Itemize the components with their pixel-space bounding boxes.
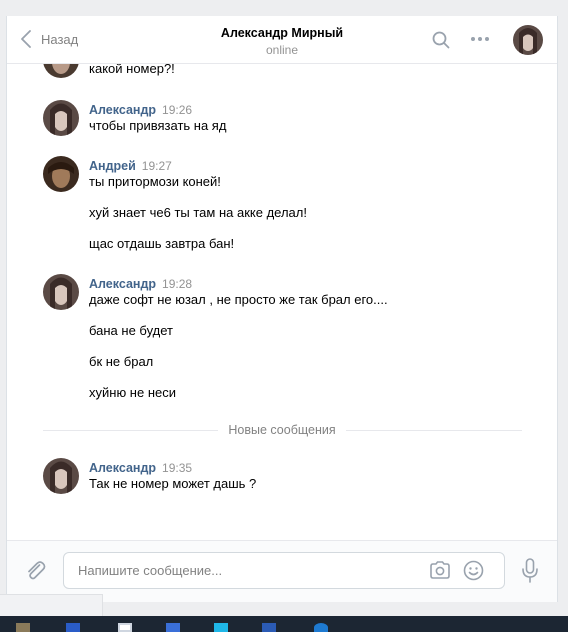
more-dots-icon[interactable] (470, 36, 490, 42)
author-name[interactable]: Александр (89, 103, 156, 117)
message-time[interactable]: 19:27 (142, 159, 172, 173)
message-text: какой номер?! (89, 64, 175, 76)
microphone-icon[interactable] (521, 558, 539, 584)
taskbar-app-icon[interactable] (166, 623, 180, 632)
search-icon[interactable] (432, 31, 450, 49)
message-text: даже софт не юзал , не просто же так бра… (89, 292, 388, 307)
message-time[interactable]: 19:35 (162, 461, 192, 475)
author-avatar[interactable] (43, 274, 79, 310)
os-taskbar (0, 616, 568, 632)
author-name[interactable]: Андрей (89, 159, 136, 173)
message-text: бк не брал (89, 354, 154, 369)
taskbar-app-icon[interactable] (118, 623, 132, 632)
author-avatar[interactable] (43, 64, 79, 78)
message-text: бана не будет (89, 323, 173, 338)
peer-status: online (265, 43, 299, 57)
author-avatar[interactable] (43, 100, 79, 136)
author-avatar[interactable] (43, 156, 79, 192)
peer-avatar[interactable] (513, 25, 543, 55)
page-footer-chip (0, 594, 103, 616)
chat-header: Назад Александр Мирный online (7, 16, 557, 64)
taskbar-app-icon[interactable] (314, 623, 328, 632)
paperclip-icon[interactable] (25, 560, 47, 582)
author-name[interactable]: Александр (89, 277, 156, 291)
smile-icon[interactable] (463, 560, 484, 581)
message-text: хуйню не неси (89, 385, 176, 400)
chat-window: Назад Александр Мирный online какой номе… (6, 16, 558, 602)
taskbar-app-icon[interactable] (66, 623, 80, 632)
author-name[interactable]: Александр (89, 461, 156, 475)
taskbar-app-icon[interactable] (214, 623, 228, 632)
message-time[interactable]: 19:28 (162, 277, 192, 291)
message-text: Так не номер может дашь ? (89, 476, 257, 491)
message-time[interactable]: 19:26 (162, 103, 192, 117)
taskbar-app-icon[interactable] (16, 623, 30, 632)
message-text: чтобы привязать на яд (89, 118, 227, 133)
message-composer: Напишите сообщение... (7, 540, 557, 602)
taskbar-app-icon[interactable] (262, 623, 276, 632)
author-avatar[interactable] (43, 458, 79, 494)
camera-icon[interactable] (429, 561, 451, 579)
new-messages-label: Новые сообщения (218, 423, 346, 437)
message-text: хуй знает че6 ты там на акке делал! (89, 205, 307, 220)
message-history[interactable]: какой номер?! Александр 19:26 чтобы привя… (7, 64, 557, 540)
message-text: щас отдашь завтра бан! (89, 236, 235, 251)
message-text: ты притормози коней! (89, 174, 221, 189)
